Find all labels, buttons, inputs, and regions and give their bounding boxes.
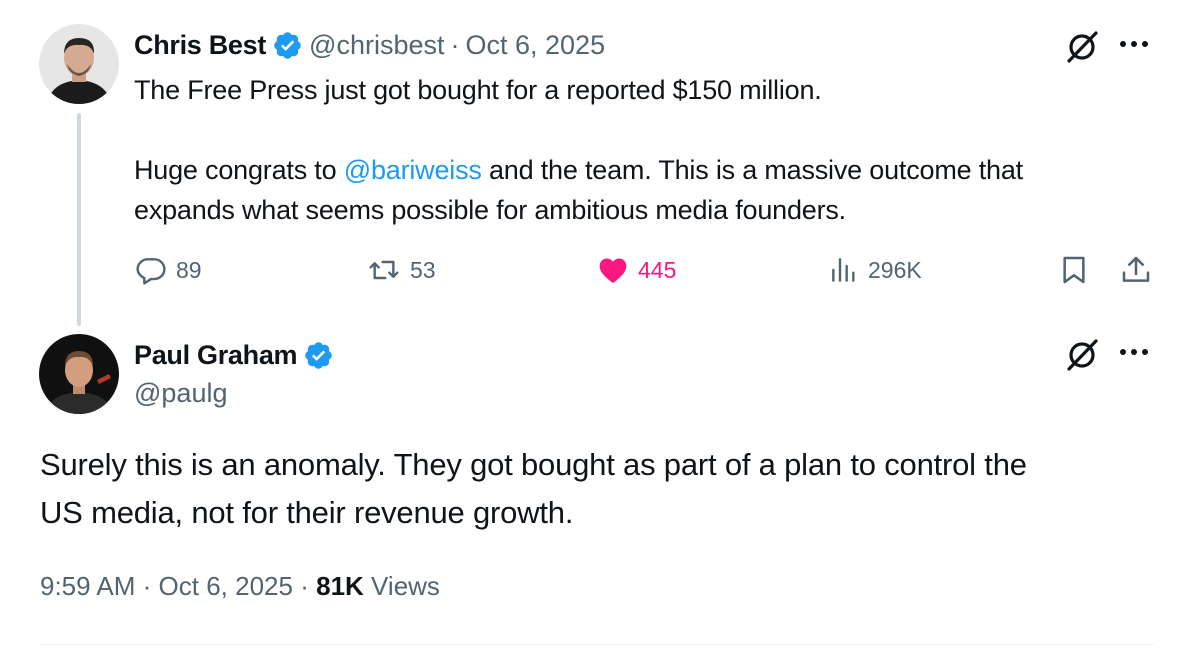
meta-separator: · — [300, 571, 309, 601]
parent-tweet-text: The Free Press just got bought for a rep… — [134, 70, 1154, 230]
reply-button[interactable]: 89 — [134, 254, 202, 286]
divider — [40, 644, 1154, 645]
more-options-icon[interactable] — [1118, 38, 1150, 50]
repost-button[interactable]: 53 — [366, 254, 436, 286]
tweet-text-line-3: expands what seems possible for ambitiou… — [134, 195, 846, 225]
views-button[interactable]: 296K — [828, 254, 922, 286]
verified-badge-icon — [305, 341, 333, 369]
bookmark-icon[interactable] — [1058, 254, 1090, 286]
like-button[interactable]: 445 — [596, 254, 676, 286]
tweet-text-segment: and the team. This is a massive outcome … — [481, 155, 1023, 185]
parent-tweet-header: Chris Best @chrisbest · Oct 6, 2025 — [134, 26, 605, 64]
grok-icon[interactable] — [1063, 28, 1101, 66]
verified-badge-icon — [274, 31, 301, 59]
paul-graham-avatar[interactable] — [39, 334, 119, 414]
author-name[interactable]: Chris Best — [134, 30, 266, 61]
meta-separator: · — [142, 571, 152, 601]
main-tweet-text: Surely this is an anomaly. They got boug… — [40, 441, 1180, 537]
heart-filled-icon — [599, 258, 627, 283]
mention-link[interactable]: @bariweiss — [344, 155, 482, 185]
author-handle[interactable]: @paulg — [134, 378, 227, 409]
avatar-photo-icon — [39, 334, 119, 414]
avatar-photo-icon — [39, 24, 119, 104]
thread-connector-line — [77, 113, 81, 326]
share-icon[interactable] — [1120, 254, 1152, 286]
author-name[interactable]: Paul Graham — [134, 340, 298, 371]
reply-icon — [136, 258, 166, 285]
tweet-text-line-1: The Free Press just got bought for a rep… — [134, 75, 822, 105]
views-count: 81K — [316, 571, 364, 601]
tweet-date[interactable]: Oct 6, 2025 — [466, 30, 606, 61]
more-options-icon[interactable] — [1118, 346, 1150, 358]
analytics-icon — [832, 258, 855, 282]
repost-icon — [369, 260, 399, 280]
view-count: 296K — [868, 256, 922, 283]
tweet-text-line-2: US media, not for their revenue growth. — [40, 495, 574, 530]
author-handle[interactable]: @chrisbest — [309, 30, 444, 61]
repost-count: 53 — [410, 256, 436, 283]
tweet-text-line-1: Surely this is an anomaly. They got boug… — [40, 447, 1027, 482]
header-separator: · — [450, 29, 460, 60]
main-tweet-header: Paul Graham — [134, 336, 340, 374]
tweet-text-segment: Huge congrats to — [134, 155, 344, 185]
reply-count: 89 — [176, 256, 202, 283]
views-label: Views — [371, 571, 440, 601]
tweet-metadata: 9:59 AM · Oct 6, 2025 · 81K Views — [40, 571, 440, 602]
grok-icon[interactable] — [1063, 336, 1101, 374]
tweet-date[interactable]: Oct 6, 2025 — [159, 571, 293, 601]
tweet-time[interactable]: 9:59 AM — [40, 571, 135, 601]
like-count: 445 — [638, 256, 677, 283]
chris-best-avatar[interactable] — [39, 24, 119, 104]
